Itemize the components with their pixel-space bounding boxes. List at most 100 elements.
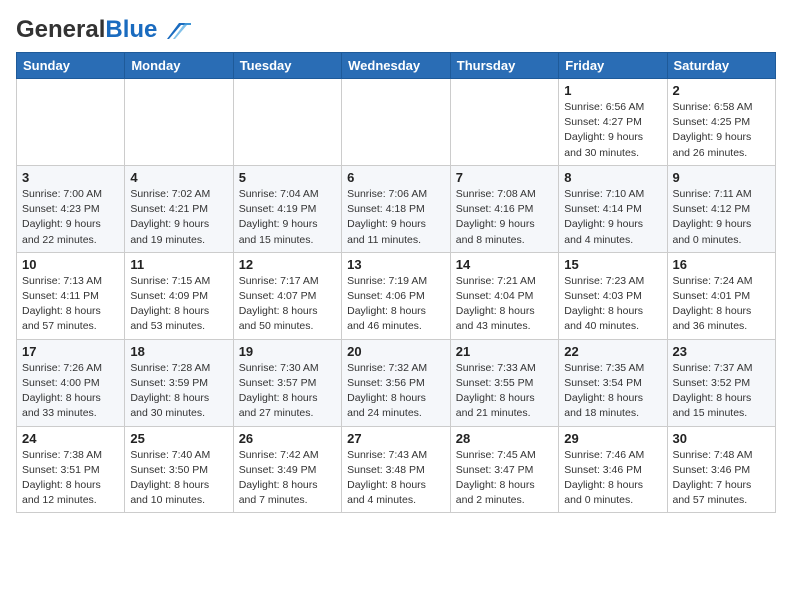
day-number: 3 [22, 170, 119, 185]
calendar-header-row: SundayMondayTuesdayWednesdayThursdayFrid… [17, 53, 776, 79]
day-number: 18 [130, 344, 227, 359]
day-info: Sunrise: 7:38 AM Sunset: 3:51 PM Dayligh… [22, 448, 119, 509]
day-info: Sunrise: 7:19 AM Sunset: 4:06 PM Dayligh… [347, 274, 445, 335]
day-number: 9 [673, 170, 771, 185]
day-info: Sunrise: 7:02 AM Sunset: 4:21 PM Dayligh… [130, 187, 227, 248]
calendar-cell: 24 Sunrise: 7:38 AM Sunset: 3:51 PM Dayli… [17, 426, 125, 513]
day-info: Sunrise: 7:30 AM Sunset: 3:57 PM Dayligh… [239, 361, 336, 422]
day-number: 13 [347, 257, 445, 272]
day-number: 26 [239, 431, 336, 446]
day-number: 12 [239, 257, 336, 272]
day-info: Sunrise: 6:56 AM Sunset: 4:27 PM Dayligh… [564, 100, 661, 161]
day-info: Sunrise: 6:58 AM Sunset: 4:25 PM Dayligh… [673, 100, 771, 161]
day-number: 22 [564, 344, 661, 359]
day-info: Sunrise: 7:15 AM Sunset: 4:09 PM Dayligh… [130, 274, 227, 335]
calendar-week-row: 1 Sunrise: 6:56 AM Sunset: 4:27 PM Daylig… [17, 79, 776, 166]
day-number: 2 [673, 83, 771, 98]
day-number: 5 [239, 170, 336, 185]
day-info: Sunrise: 7:35 AM Sunset: 3:54 PM Dayligh… [564, 361, 661, 422]
calendar-cell [125, 79, 233, 166]
calendar-cell: 18Sunrise: 7:28 AM Sunset: 3:59 PM Dayli… [125, 339, 233, 426]
day-info: Sunrise: 7:42 AM Sunset: 3:49 PM Dayligh… [239, 448, 336, 509]
day-info: Sunrise: 7:23 AM Sunset: 4:03 PM Dayligh… [564, 274, 661, 335]
calendar-cell: 8Sunrise: 7:10 AM Sunset: 4:14 PM Daylig… [559, 165, 667, 252]
calendar-cell: 25 Sunrise: 7:40 AM Sunset: 3:50 PM Dayli… [125, 426, 233, 513]
day-number: 7 [456, 170, 553, 185]
calendar-cell: 19 Sunrise: 7:30 AM Sunset: 3:57 PM Dayli… [233, 339, 341, 426]
calendar-cell: 23Sunrise: 7:37 AM Sunset: 3:52 PM Dayli… [667, 339, 776, 426]
calendar-table: SundayMondayTuesdayWednesdayThursdayFrid… [16, 52, 776, 513]
calendar-cell: 20Sunrise: 7:32 AM Sunset: 3:56 PM Dayli… [342, 339, 451, 426]
day-info: Sunrise: 7:26 AM Sunset: 4:00 PM Dayligh… [22, 361, 119, 422]
day-info: Sunrise: 7:48 AM Sunset: 3:46 PM Dayligh… [673, 448, 771, 509]
calendar-week-row: 24 Sunrise: 7:38 AM Sunset: 3:51 PM Dayli… [17, 426, 776, 513]
calendar-cell [17, 79, 125, 166]
calendar-week-row: 17 Sunrise: 7:26 AM Sunset: 4:00 PM Dayli… [17, 339, 776, 426]
day-info: Sunrise: 7:00 AM Sunset: 4:23 PM Dayligh… [22, 187, 119, 248]
day-info: Sunrise: 7:11 AM Sunset: 4:12 PM Dayligh… [673, 187, 771, 248]
weekday-header: Tuesday [233, 53, 341, 79]
day-number: 23 [673, 344, 771, 359]
calendar-cell [233, 79, 341, 166]
day-number: 19 [239, 344, 336, 359]
calendar-cell: 21 Sunrise: 7:33 AM Sunset: 3:55 PM Dayli… [450, 339, 558, 426]
calendar-cell: 29 Sunrise: 7:46 AM Sunset: 3:46 PM Dayli… [559, 426, 667, 513]
calendar-cell: 14 Sunrise: 7:21 AM Sunset: 4:04 PM Dayli… [450, 252, 558, 339]
calendar-cell: 30 Sunrise: 7:48 AM Sunset: 3:46 PM Dayli… [667, 426, 776, 513]
logo-text: GeneralBlue [16, 16, 157, 44]
day-info: Sunrise: 7:06 AM Sunset: 4:18 PM Dayligh… [347, 187, 445, 248]
calendar-cell: 16Sunrise: 7:24 AM Sunset: 4:01 PM Dayli… [667, 252, 776, 339]
day-info: Sunrise: 7:45 AM Sunset: 3:47 PM Dayligh… [456, 448, 553, 509]
logo-icon [159, 19, 191, 41]
day-number: 29 [564, 431, 661, 446]
day-info: Sunrise: 7:08 AM Sunset: 4:16 PM Dayligh… [456, 187, 553, 248]
calendar-cell: 15 Sunrise: 7:23 AM Sunset: 4:03 PM Dayli… [559, 252, 667, 339]
calendar-cell: 10Sunrise: 7:13 AM Sunset: 4:11 PM Dayli… [17, 252, 125, 339]
day-info: Sunrise: 7:32 AM Sunset: 3:56 PM Dayligh… [347, 361, 445, 422]
day-number: 16 [673, 257, 771, 272]
day-number: 24 [22, 431, 119, 446]
calendar-cell: 1 Sunrise: 6:56 AM Sunset: 4:27 PM Daylig… [559, 79, 667, 166]
day-number: 30 [673, 431, 771, 446]
calendar-cell: 27Sunrise: 7:43 AM Sunset: 3:48 PM Dayli… [342, 426, 451, 513]
day-info: Sunrise: 7:40 AM Sunset: 3:50 PM Dayligh… [130, 448, 227, 509]
day-info: Sunrise: 7:43 AM Sunset: 3:48 PM Dayligh… [347, 448, 445, 509]
day-info: Sunrise: 7:04 AM Sunset: 4:19 PM Dayligh… [239, 187, 336, 248]
calendar-cell: 4 Sunrise: 7:02 AM Sunset: 4:21 PM Daylig… [125, 165, 233, 252]
day-info: Sunrise: 7:21 AM Sunset: 4:04 PM Dayligh… [456, 274, 553, 335]
calendar-cell [450, 79, 558, 166]
calendar-cell: 28 Sunrise: 7:45 AM Sunset: 3:47 PM Dayli… [450, 426, 558, 513]
day-number: 14 [456, 257, 553, 272]
weekday-header: Friday [559, 53, 667, 79]
calendar-cell: 3 Sunrise: 7:00 AM Sunset: 4:23 PM Daylig… [17, 165, 125, 252]
weekday-header: Monday [125, 53, 233, 79]
calendar-cell: 26 Sunrise: 7:42 AM Sunset: 3:49 PM Dayli… [233, 426, 341, 513]
weekday-header: Thursday [450, 53, 558, 79]
calendar-cell: 6 Sunrise: 7:06 AM Sunset: 4:18 PM Daylig… [342, 165, 451, 252]
calendar-cell: 5 Sunrise: 7:04 AM Sunset: 4:19 PM Daylig… [233, 165, 341, 252]
day-number: 17 [22, 344, 119, 359]
day-info: Sunrise: 7:17 AM Sunset: 4:07 PM Dayligh… [239, 274, 336, 335]
day-number: 4 [130, 170, 227, 185]
calendar-cell: 13 Sunrise: 7:19 AM Sunset: 4:06 PM Dayli… [342, 252, 451, 339]
logo: GeneralBlue [16, 16, 191, 44]
calendar-cell: 7 Sunrise: 7:08 AM Sunset: 4:16 PM Daylig… [450, 165, 558, 252]
day-info: Sunrise: 7:46 AM Sunset: 3:46 PM Dayligh… [564, 448, 661, 509]
calendar-cell: 17 Sunrise: 7:26 AM Sunset: 4:00 PM Dayli… [17, 339, 125, 426]
day-number: 25 [130, 431, 227, 446]
day-number: 1 [564, 83, 661, 98]
day-number: 15 [564, 257, 661, 272]
calendar-cell: 2 Sunrise: 6:58 AM Sunset: 4:25 PM Daylig… [667, 79, 776, 166]
day-info: Sunrise: 7:33 AM Sunset: 3:55 PM Dayligh… [456, 361, 553, 422]
day-number: 21 [456, 344, 553, 359]
day-number: 8 [564, 170, 661, 185]
day-number: 28 [456, 431, 553, 446]
calendar-week-row: 10Sunrise: 7:13 AM Sunset: 4:11 PM Dayli… [17, 252, 776, 339]
calendar-cell [342, 79, 451, 166]
weekday-header: Saturday [667, 53, 776, 79]
calendar-cell: 9 Sunrise: 7:11 AM Sunset: 4:12 PM Daylig… [667, 165, 776, 252]
day-number: 6 [347, 170, 445, 185]
calendar-cell: 22 Sunrise: 7:35 AM Sunset: 3:54 PM Dayli… [559, 339, 667, 426]
weekday-header: Sunday [17, 53, 125, 79]
calendar-week-row: 3 Sunrise: 7:00 AM Sunset: 4:23 PM Daylig… [17, 165, 776, 252]
